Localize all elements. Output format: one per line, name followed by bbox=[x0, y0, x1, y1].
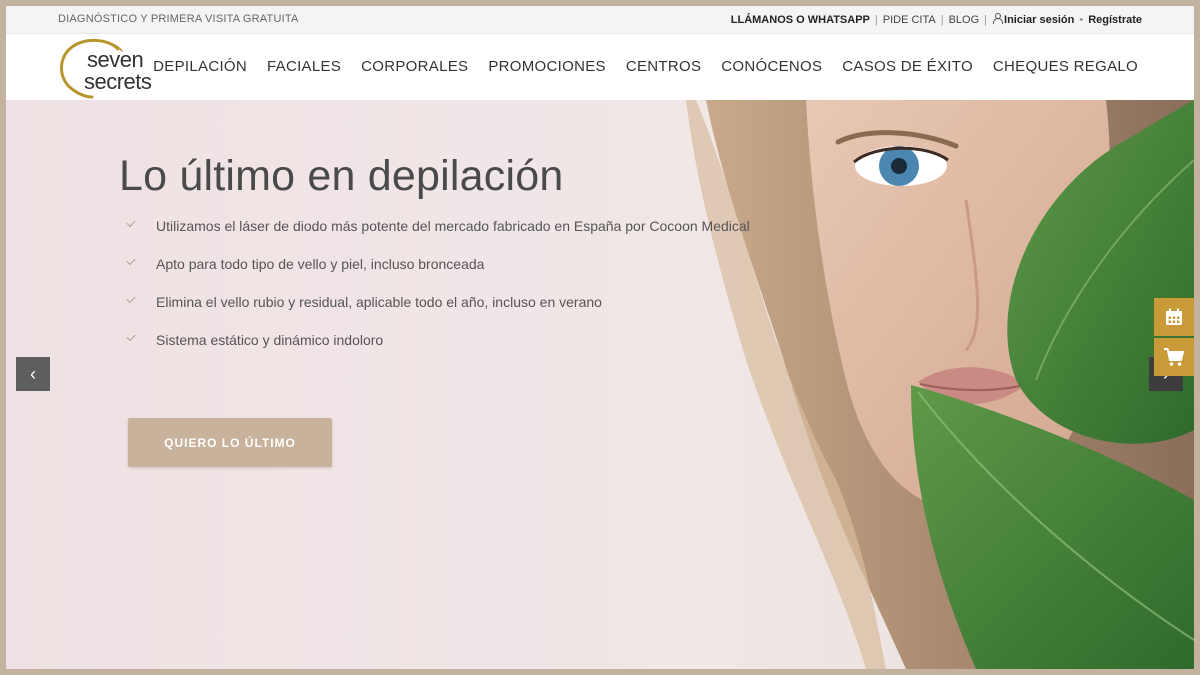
hero-slider: Lo último en depilación Utilizamos el lá… bbox=[6, 100, 1194, 669]
quiero-lo-ultimo-button[interactable]: QUIERO LO ÚLTIMO bbox=[128, 418, 332, 467]
hero-title: Lo último en depilación bbox=[119, 152, 564, 200]
check-icon bbox=[126, 255, 136, 266]
list-item: Apto para todo tipo de vello y piel, inc… bbox=[124, 255, 750, 294]
nav-cheques-regalo[interactable]: CHEQUES REGALO bbox=[993, 58, 1138, 75]
cart-icon bbox=[1164, 348, 1184, 366]
nav-casos-de-exito[interactable]: CASOS DE ÉXITO bbox=[842, 58, 973, 75]
nav-conocenos[interactable]: CONÓCENOS bbox=[721, 58, 822, 75]
slider-prev-button[interactable]: ‹ bbox=[16, 357, 50, 391]
list-item: Utilizamos el láser de diodo más potente… bbox=[124, 217, 750, 256]
main-nav: DEPILACIÓN FACIALES CORPORALES PROMOCION… bbox=[153, 58, 1138, 75]
list-item: Elimina el vello rubio y residual, aplic… bbox=[124, 293, 750, 332]
logo-word-2: secrets bbox=[84, 69, 152, 94]
register-link[interactable]: Regístrate bbox=[1088, 14, 1142, 26]
check-icon bbox=[126, 293, 136, 304]
separator: | bbox=[940, 13, 944, 26]
nav-faciales[interactable]: FACIALES bbox=[267, 58, 341, 75]
user-icon bbox=[992, 13, 1004, 24]
bullet-text: Apto para todo tipo de vello y piel, inc… bbox=[156, 256, 485, 272]
check-icon bbox=[126, 331, 136, 342]
top-bar: DIAGNÓSTICO Y PRIMERA VISITA GRATUITA LL… bbox=[6, 6, 1194, 34]
bullet-text: Elimina el vello rubio y residual, aplic… bbox=[156, 294, 602, 310]
login-label: Iniciar sesión bbox=[1004, 14, 1075, 26]
chevron-left-icon: ‹ bbox=[30, 363, 36, 384]
login-link[interactable]: Iniciar sesión bbox=[992, 13, 1074, 26]
separator: | bbox=[874, 13, 878, 26]
nav-corporales[interactable]: CORPORALES bbox=[361, 58, 468, 75]
cart-tab[interactable] bbox=[1154, 338, 1194, 376]
bullet-text: Utilizamos el láser de diodo más potente… bbox=[156, 218, 750, 234]
top-links: LLÁMANOS O WHATSAPP | PIDE CITA | BLOG |… bbox=[731, 13, 1142, 26]
nav-depilacion[interactable]: DEPILACIÓN bbox=[153, 58, 247, 75]
dot-separator: • bbox=[1079, 13, 1084, 26]
calendar-icon bbox=[1166, 308, 1182, 325]
call-whatsapp-link[interactable]: LLÁMANOS O WHATSAPP bbox=[731, 14, 870, 26]
list-item: Sistema estático y dinámico indoloro bbox=[124, 331, 750, 370]
check-icon bbox=[126, 217, 136, 228]
main-header: seven secrets DEPILACIÓN FACIALES CORPOR… bbox=[6, 34, 1194, 100]
separator: | bbox=[984, 13, 988, 26]
page-frame: DIAGNÓSTICO Y PRIMERA VISITA GRATUITA LL… bbox=[6, 6, 1194, 669]
bullet-text: Sistema estático y dinámico indoloro bbox=[156, 332, 384, 348]
nav-centros[interactable]: CENTROS bbox=[626, 58, 701, 75]
pide-cita-link[interactable]: PIDE CITA bbox=[883, 14, 936, 26]
blog-link[interactable]: BLOG bbox=[949, 14, 980, 26]
calendar-tab[interactable] bbox=[1154, 298, 1194, 336]
promo-text: DIAGNÓSTICO Y PRIMERA VISITA GRATUITA bbox=[58, 13, 299, 25]
hero-bullets: Utilizamos el láser de diodo más potente… bbox=[124, 217, 750, 370]
nav-promociones[interactable]: PROMOCIONES bbox=[488, 58, 605, 75]
logo-word-1: seven bbox=[87, 47, 144, 72]
